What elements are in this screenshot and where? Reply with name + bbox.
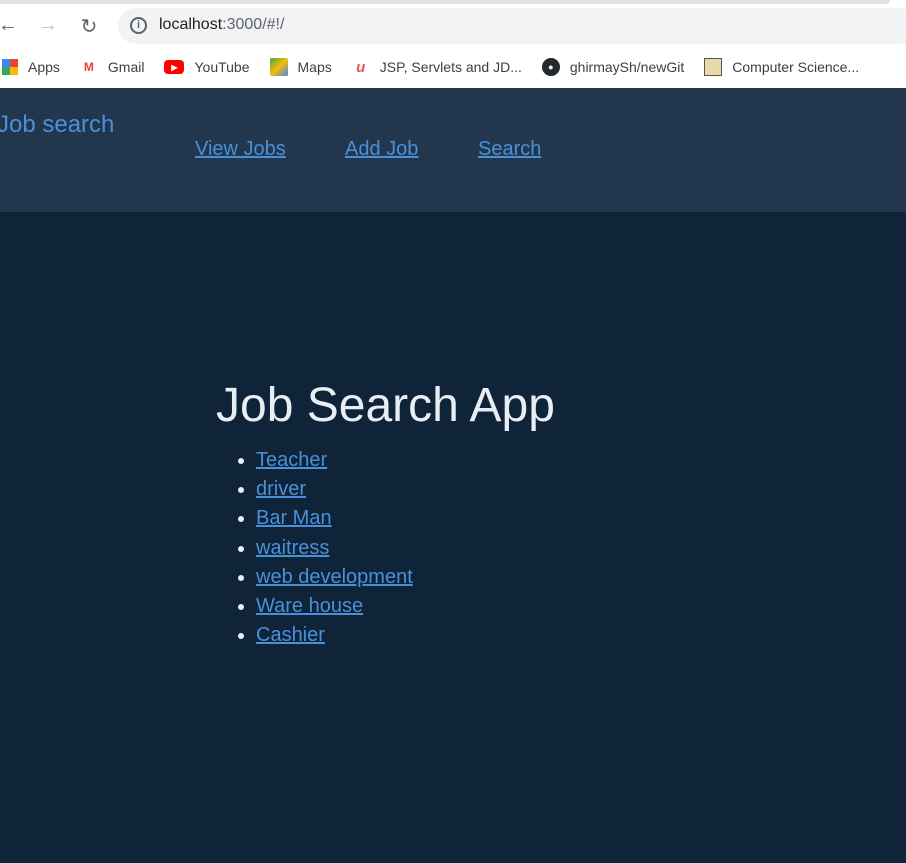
nav-add-job[interactable]: Add Job	[345, 138, 418, 161]
bookmark-youtube[interactable]: ▶ YouTube	[164, 59, 250, 75]
url-path: :3000/#!/	[222, 16, 285, 33]
list-item: Teacher	[256, 447, 413, 476]
job-link[interactable]: Cashier	[256, 624, 325, 646]
maps-icon	[269, 58, 288, 76]
job-link[interactable]: web development	[256, 566, 413, 588]
bookmark-gmail[interactable]: M Gmail	[80, 58, 145, 76]
bookmarks-bar: Apps M Gmail ▶ YouTube Maps u JSP, Servlets…	[0, 54, 879, 80]
youtube-icon: ▶	[164, 60, 185, 74]
gmail-icon: M	[83, 60, 94, 74]
bookmark-label: Computer Science...	[732, 59, 860, 75]
job-list: Teacher driver Bar Man waitress web deve…	[256, 447, 413, 651]
site-icon	[704, 58, 723, 76]
nav-view-jobs[interactable]: View Jobs	[195, 138, 286, 161]
udemy-icon: u	[356, 58, 366, 76]
bookmark-github[interactable]: ● ghirmaySh/newGit	[541, 58, 685, 76]
site-header: Job search View Jobs Add Job Search	[0, 88, 906, 212]
job-link[interactable]: Teacher	[256, 449, 327, 471]
page-title: Job Search App	[216, 379, 555, 432]
bookmark-label: JSP, Servlets and JD...	[379, 59, 522, 75]
browser-chrome: ← → ↻ i localhost:3000/#!/ Apps M Gmail ▶…	[0, 0, 906, 88]
list-item: Ware house	[256, 593, 413, 622]
list-item: waitress	[256, 535, 413, 564]
brand-link[interactable]: Job search	[0, 111, 114, 139]
forward-button[interactable]: →	[36, 14, 60, 37]
list-item: web development	[256, 564, 413, 593]
nav-search[interactable]: Search	[478, 138, 541, 161]
list-item: Bar Man	[256, 505, 413, 534]
job-link[interactable]: waitress	[256, 537, 329, 559]
apps-grid-icon	[2, 59, 18, 75]
github-icon: ●	[541, 58, 560, 76]
bookmark-label: Gmail	[107, 59, 145, 75]
address-bar[interactable]: i localhost:3000/#!/	[118, 8, 906, 44]
info-icon[interactable]: i	[130, 17, 147, 34]
list-item: Cashier	[256, 622, 413, 651]
list-item: driver	[256, 476, 413, 505]
bookmark-label: YouTube	[194, 59, 250, 75]
tab-strip	[0, 0, 890, 4]
bookmark-label: ghirmaySh/newGit	[569, 59, 685, 75]
job-link[interactable]: Bar Man	[256, 507, 332, 529]
url-host: localhost	[159, 16, 223, 33]
job-link[interactable]: Ware house	[256, 595, 363, 617]
bookmark-jsp[interactable]: u JSP, Servlets and JD...	[352, 58, 522, 76]
reload-button[interactable]: ↻	[77, 14, 101, 39]
bookmark-cs[interactable]: Computer Science...	[704, 58, 859, 76]
job-link[interactable]: driver	[256, 478, 306, 500]
back-button[interactable]: ←	[0, 14, 20, 37]
bookmark-label: Apps	[28, 59, 60, 75]
bookmark-apps[interactable]: Apps	[0, 59, 60, 75]
url-text: localhost:3000/#!/	[159, 16, 284, 34]
bookmark-maps[interactable]: Maps	[269, 58, 332, 76]
bookmark-label: Maps	[297, 59, 332, 75]
